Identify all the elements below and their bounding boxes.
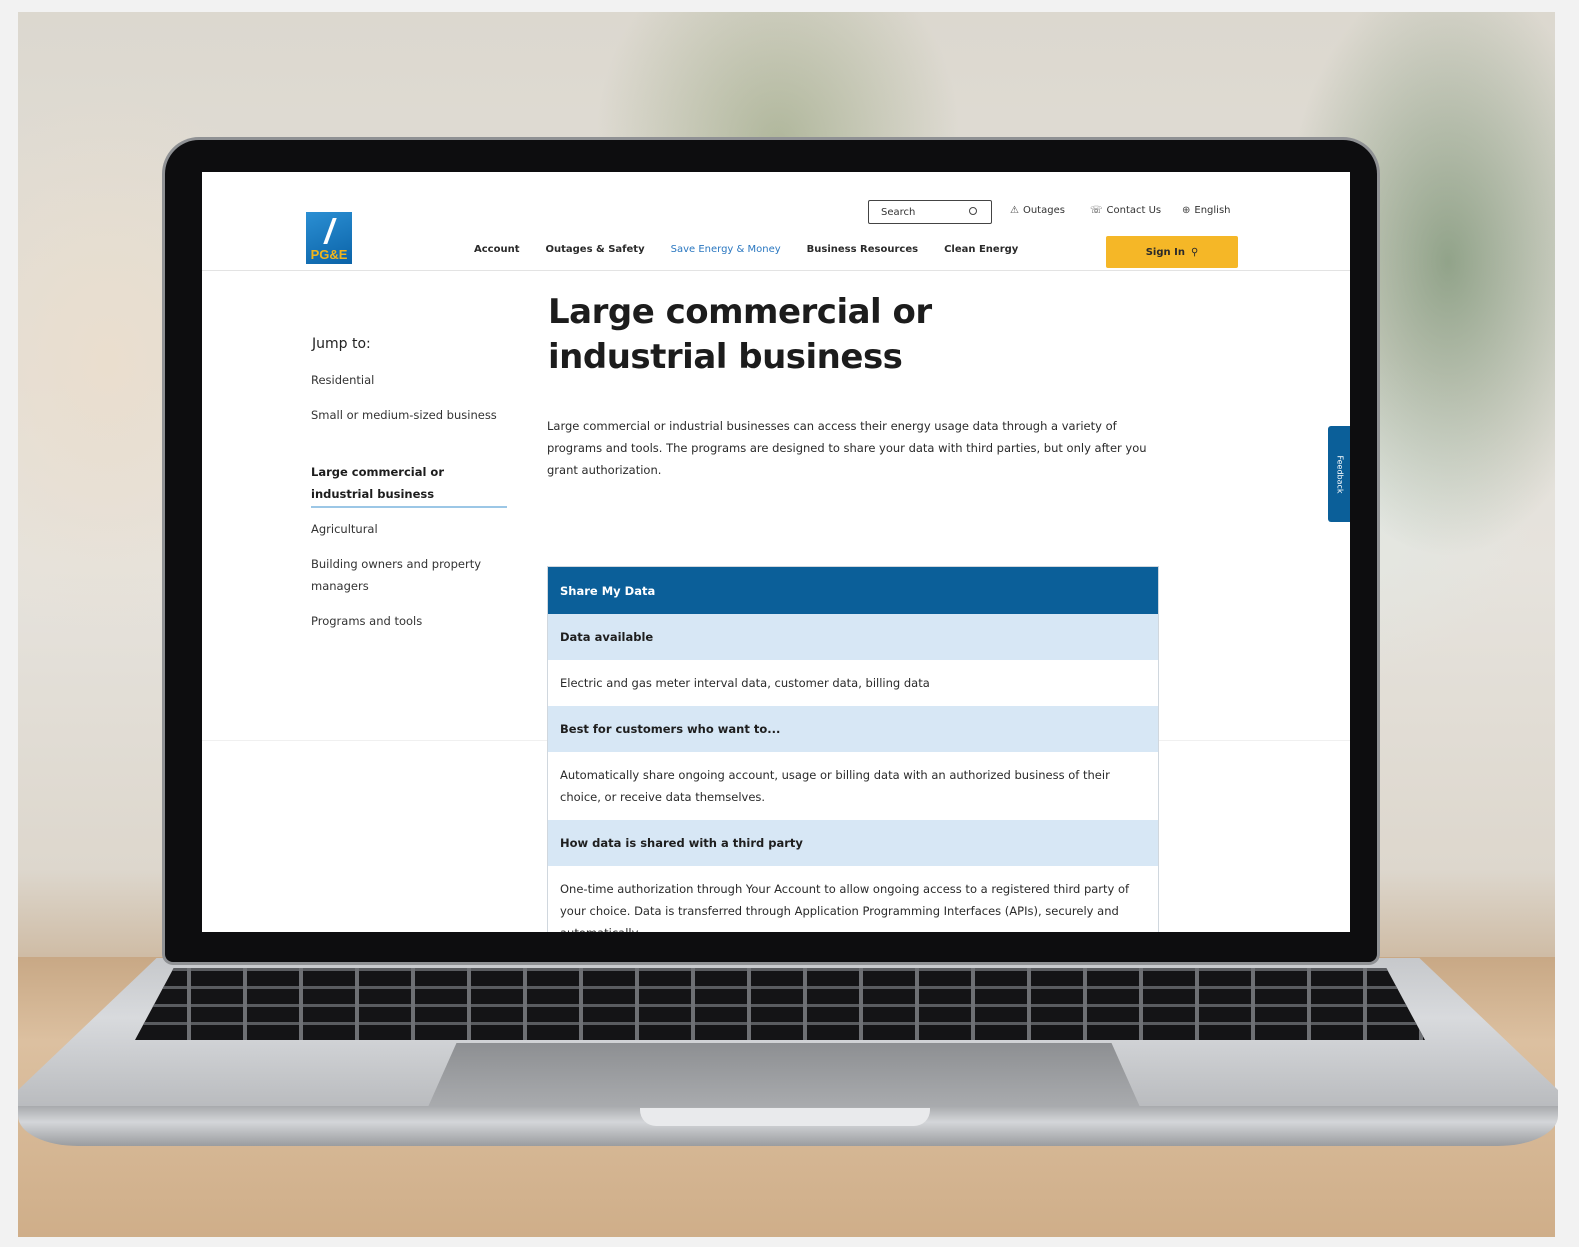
phone-icon: ☏: [1090, 205, 1103, 216]
logo-bolt-icon: [323, 218, 337, 244]
jump-link-residential[interactable]: Residential: [311, 369, 507, 391]
warning-triangle-icon: ⚠: [1010, 205, 1019, 216]
laptop-lid-notch: [640, 1108, 930, 1126]
user-icon: ⚲: [1190, 246, 1199, 258]
jump-link-building-owners[interactable]: Building owners and property managers: [311, 553, 507, 597]
laptop-screen: PG&E Search ⚠ Outages ☏ Contact Us ⊕ Eng…: [202, 172, 1350, 932]
globe-icon: ⊕: [1182, 205, 1191, 216]
search-placeholder: Search: [881, 206, 916, 218]
contact-us-link[interactable]: ☏ Contact Us: [1090, 205, 1161, 216]
jump-link-small-medium-business[interactable]: Small or medium-sized business: [311, 404, 507, 426]
search-input[interactable]: Search: [868, 200, 992, 224]
search-icon[interactable]: [969, 207, 977, 215]
page-title: Large commercial or industrial business: [548, 292, 932, 377]
laptop-keyboard: [135, 968, 1425, 1040]
table-heading: Share My Data: [548, 567, 1158, 614]
header-divider: [202, 270, 1350, 271]
logo-text: PG&E: [310, 247, 348, 262]
table-row-label: Best for customers who want to...: [548, 706, 1158, 752]
jump-to-label: Jump to:: [312, 336, 371, 352]
jump-link-large-commercial[interactable]: Large commercial or industrial business: [311, 461, 507, 508]
feedback-label: Feedback: [1335, 454, 1345, 494]
table-row-value: One-time authorization through Your Acco…: [548, 866, 1158, 932]
table-row-value: Electric and gas meter interval data, cu…: [548, 660, 1158, 706]
nav-save-energy-money[interactable]: Save Energy & Money: [671, 244, 781, 255]
outages-link[interactable]: ⚠ Outages: [1010, 205, 1065, 216]
table-row-value: Automatically share ongoing account, usa…: [548, 752, 1158, 820]
share-my-data-table: Share My Data Data available Electric an…: [547, 566, 1159, 932]
table-row-label: Data available: [548, 614, 1158, 660]
nav-clean-energy[interactable]: Clean Energy: [944, 244, 1018, 255]
main-nav: Account Outages & Safety Save Energy & M…: [474, 244, 1018, 255]
table-row-label: How data is shared with a third party: [548, 820, 1158, 866]
nav-business-resources[interactable]: Business Resources: [807, 244, 918, 255]
language-selector[interactable]: ⊕ English: [1182, 205, 1231, 216]
pge-logo[interactable]: PG&E: [306, 212, 352, 264]
laptop-trackpad: [428, 1043, 1140, 1107]
jump-link-programs-tools[interactable]: Programs and tools: [311, 610, 507, 632]
jump-link-agricultural[interactable]: Agricultural: [311, 518, 507, 540]
laptop-lid: PG&E Search ⚠ Outages ☏ Contact Us ⊕ Eng…: [165, 140, 1377, 962]
nav-account[interactable]: Account: [474, 244, 519, 255]
sign-in-button[interactable]: Sign In ⚲: [1106, 236, 1238, 268]
feedback-tab[interactable]: Feedback: [1328, 426, 1350, 522]
intro-paragraph: Large commercial or industrial businesse…: [547, 419, 1147, 477]
nav-outages-safety[interactable]: Outages & Safety: [545, 244, 644, 255]
